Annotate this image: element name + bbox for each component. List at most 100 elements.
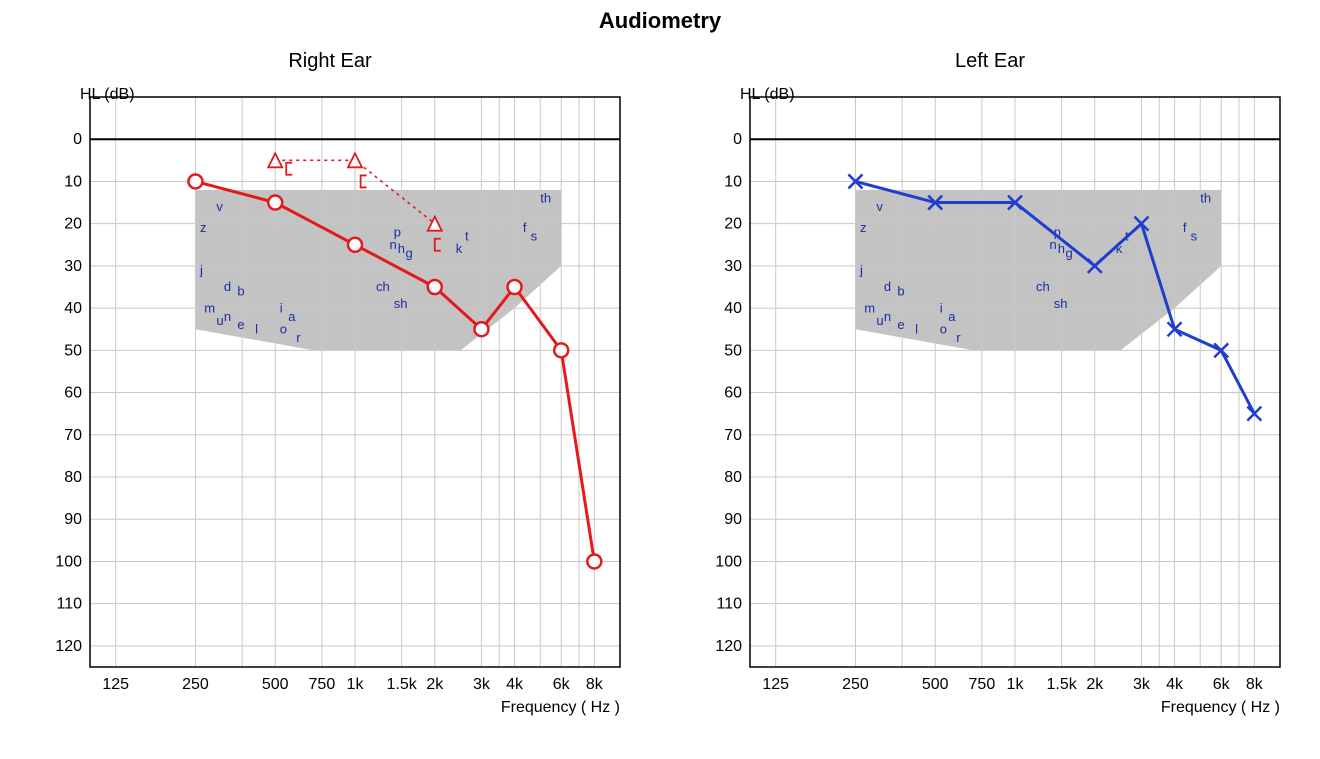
- svg-text:j: j: [859, 262, 863, 277]
- svg-text:z: z: [860, 220, 867, 235]
- svg-text:3k: 3k: [473, 676, 491, 693]
- svg-text:90: 90: [724, 511, 742, 528]
- svg-text:30: 30: [64, 258, 82, 275]
- svg-text:HL (dB): HL (dB): [740, 86, 795, 103]
- svg-text:HL (dB): HL (dB): [80, 86, 135, 103]
- svg-text:o: o: [940, 321, 947, 336]
- svg-text:i: i: [280, 300, 283, 315]
- svg-text:v: v: [216, 199, 223, 214]
- svg-text:r: r: [956, 330, 961, 345]
- svg-text:l: l: [915, 321, 918, 336]
- svg-text:th: th: [540, 191, 551, 206]
- right-ear-panel: Right Ear 0102030405060708090100110120HL…: [20, 50, 640, 759]
- svg-text:Frequency ( Hz ): Frequency ( Hz ): [501, 699, 620, 716]
- svg-text:z: z: [200, 220, 207, 235]
- svg-text:100: 100: [55, 553, 82, 570]
- svg-text:100: 100: [715, 553, 742, 570]
- svg-text:80: 80: [724, 469, 742, 486]
- svg-text:m: m: [864, 300, 875, 315]
- svg-text:ch: ch: [376, 279, 390, 294]
- left-ear-panel: Left Ear 0 10 20 30 40 50 60 70 80 90 100 110 120 HL …: [680, 50, 1300, 759]
- svg-text:l: l: [255, 321, 258, 336]
- svg-text:120: 120: [55, 638, 82, 655]
- left-audiogram: 0 10 20 30 40 50 60 70 80 90 100 110 120 HL (dB) 125 25…: [680, 77, 1300, 737]
- svg-text:125: 125: [762, 676, 789, 693]
- svg-text:500: 500: [922, 676, 949, 693]
- svg-text:80: 80: [64, 469, 82, 486]
- svg-text:250: 250: [182, 676, 209, 693]
- right-audiogram: 0102030405060708090100110120HL (dB)12525…: [20, 77, 640, 737]
- svg-text:6k: 6k: [553, 676, 571, 693]
- svg-text:10: 10: [724, 173, 742, 190]
- svg-text:a: a: [948, 309, 956, 324]
- svg-text:40: 40: [64, 300, 82, 317]
- svg-text:u: u: [876, 313, 883, 328]
- svg-text:8k: 8k: [586, 676, 604, 693]
- svg-text:70: 70: [724, 427, 742, 444]
- svg-text:6k: 6k: [1213, 676, 1231, 693]
- svg-text:j: j: [199, 262, 203, 277]
- svg-text:125: 125: [102, 676, 129, 693]
- svg-text:h: h: [398, 241, 405, 256]
- svg-text:250: 250: [842, 676, 869, 693]
- svg-text:m: m: [204, 300, 215, 315]
- svg-text:s: s: [531, 229, 538, 244]
- svg-text:n: n: [884, 309, 891, 324]
- svg-text:sh: sh: [1054, 296, 1068, 311]
- page-title: Audiometry: [0, 8, 1320, 34]
- svg-text:n: n: [224, 309, 231, 324]
- svg-text:Frequency ( Hz ): Frequency ( Hz ): [1161, 699, 1280, 716]
- svg-text:90: 90: [64, 511, 82, 528]
- svg-text:110: 110: [716, 596, 742, 613]
- svg-text:h: h: [1058, 241, 1065, 256]
- svg-text:10: 10: [64, 173, 82, 190]
- svg-text:f: f: [523, 220, 527, 235]
- svg-text:4k: 4k: [1166, 676, 1184, 693]
- svg-text:110: 110: [56, 596, 82, 613]
- svg-text:70: 70: [64, 427, 82, 444]
- svg-text:750: 750: [969, 676, 996, 693]
- left-ear-title: Left Ear: [680, 50, 1300, 73]
- svg-text:60: 60: [64, 385, 82, 402]
- svg-text:1k: 1k: [1007, 676, 1025, 693]
- svg-text:1.5k: 1.5k: [387, 676, 418, 693]
- svg-text:v: v: [876, 199, 883, 214]
- svg-text:50: 50: [724, 342, 742, 359]
- svg-text:e: e: [237, 317, 244, 332]
- svg-text:f: f: [1183, 220, 1187, 235]
- svg-text:750: 750: [309, 676, 336, 693]
- svg-text:60: 60: [724, 385, 742, 402]
- svg-text:2k: 2k: [426, 676, 444, 693]
- svg-text:e: e: [897, 317, 904, 332]
- svg-text:sh: sh: [394, 296, 408, 311]
- svg-text:3k: 3k: [1133, 676, 1151, 693]
- svg-text:4k: 4k: [506, 676, 524, 693]
- svg-text:120: 120: [715, 638, 742, 655]
- right-ear-title: Right Ear: [20, 50, 640, 73]
- svg-text:th: th: [1200, 191, 1211, 206]
- svg-text:u: u: [216, 313, 223, 328]
- svg-text:o: o: [280, 321, 287, 336]
- svg-text:s: s: [1191, 229, 1198, 244]
- svg-text:1k: 1k: [347, 676, 365, 693]
- svg-text:d: d: [224, 279, 231, 294]
- svg-text:b: b: [897, 283, 904, 298]
- svg-text:a: a: [288, 309, 296, 324]
- svg-text:20: 20: [64, 216, 82, 233]
- svg-text:8k: 8k: [1246, 676, 1264, 693]
- svg-text:ch: ch: [1036, 279, 1050, 294]
- svg-text:g: g: [405, 245, 412, 260]
- svg-text:30: 30: [724, 258, 742, 275]
- svg-text:i: i: [940, 300, 943, 315]
- svg-text:0: 0: [73, 131, 82, 148]
- svg-text:1.5k: 1.5k: [1047, 676, 1078, 693]
- svg-text:r: r: [296, 330, 301, 345]
- svg-text:20: 20: [724, 216, 742, 233]
- svg-text:2k: 2k: [1086, 676, 1104, 693]
- svg-text:n: n: [1050, 237, 1057, 252]
- svg-text:0: 0: [733, 131, 742, 148]
- svg-text:b: b: [237, 283, 244, 298]
- svg-text:t: t: [465, 229, 469, 244]
- svg-text:n: n: [390, 237, 397, 252]
- svg-text:40: 40: [724, 300, 742, 317]
